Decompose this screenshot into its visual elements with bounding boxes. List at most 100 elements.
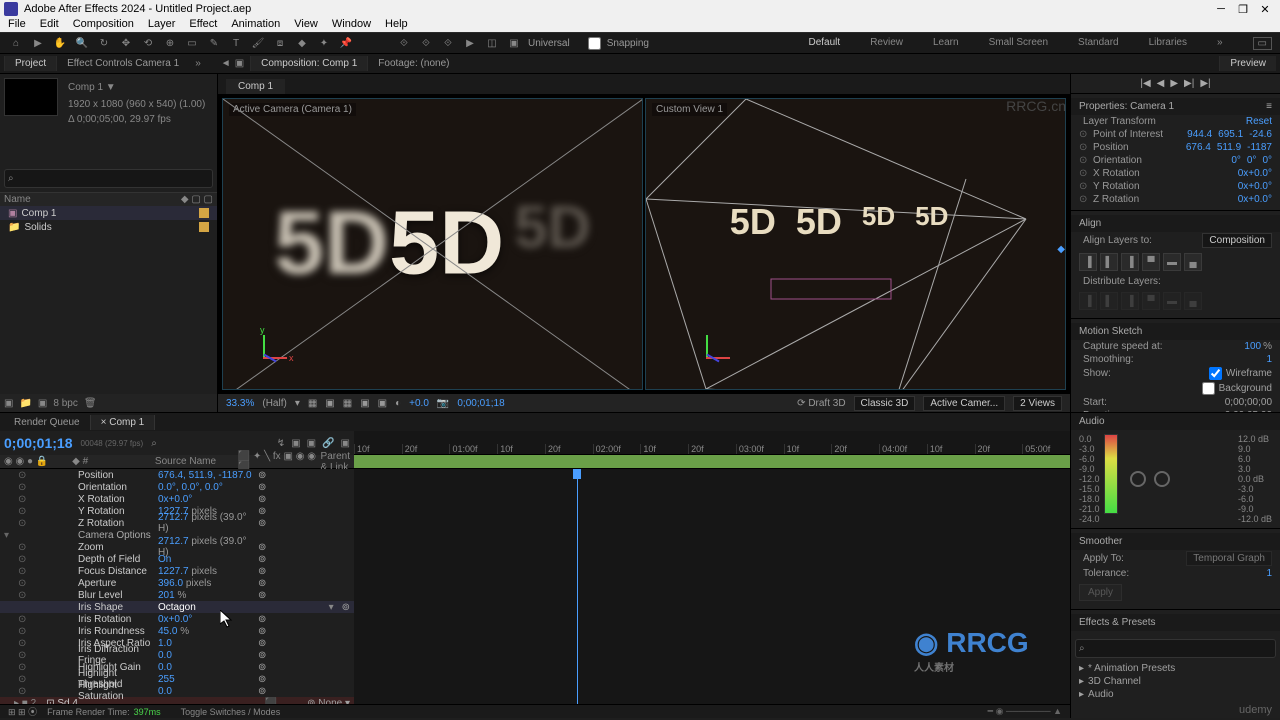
preset-group[interactable]: ▸ Audio	[1071, 688, 1280, 701]
tl-tool-icon[interactable]: ▣	[341, 438, 350, 449]
region-icon[interactable]: ▣	[360, 398, 369, 409]
tl-tool-icon[interactable]: ▣	[291, 438, 300, 449]
align-center-v-icon[interactable]: ▬	[1163, 253, 1181, 271]
crumb-icon[interactable]: ▣	[235, 58, 244, 69]
tl-tool-icon[interactable]: 🔗	[322, 438, 334, 449]
tab-project[interactable]: Project	[4, 56, 56, 71]
universal-label[interactable]: Universal	[528, 38, 570, 49]
hand-tool-icon[interactable]: ✋	[52, 35, 68, 51]
workspace-libraries[interactable]: Libraries	[1149, 37, 1187, 50]
list-header-name[interactable]: Name	[4, 194, 31, 205]
playhead[interactable]	[577, 469, 578, 704]
stopwatch-icon[interactable]: ⊙	[18, 518, 26, 529]
menu-edit[interactable]: Edit	[40, 18, 59, 32]
close-button[interactable]: ✕	[1254, 3, 1276, 16]
stopwatch-icon[interactable]: ⊙	[18, 614, 26, 625]
renderer-dropdown[interactable]: Classic 3D	[854, 396, 916, 411]
play-icon[interactable]: ▶	[1170, 78, 1178, 89]
menu-composition[interactable]: Composition	[73, 18, 134, 32]
pan-tool-icon[interactable]: ✥	[118, 35, 134, 51]
stopwatch-icon[interactable]: ⊙	[1079, 142, 1089, 153]
align-target-dropdown[interactable]: Composition	[1202, 233, 1272, 248]
stopwatch-icon[interactable]: ⊙	[18, 542, 26, 553]
rectangle-tool-icon[interactable]: ▭	[184, 35, 200, 51]
rotate-tool-icon[interactable]: ⟲	[140, 35, 156, 51]
stopwatch-icon[interactable]: ⊙	[18, 662, 26, 673]
audio-knob-right[interactable]	[1154, 471, 1170, 487]
workspace-smallscreen[interactable]: Small Screen	[989, 37, 1048, 50]
menu-view[interactable]: View	[294, 18, 318, 32]
stopwatch-icon[interactable]: ⊙	[1079, 168, 1089, 179]
stopwatch-icon[interactable]: ⊙	[18, 494, 26, 505]
reset-button[interactable]: Reset	[1246, 116, 1272, 127]
workspace-learn[interactable]: Learn	[933, 37, 959, 50]
stopwatch-icon[interactable]: ⊙	[1079, 129, 1089, 140]
tab-composition[interactable]: Composition: Comp 1	[250, 56, 367, 71]
viewport-custom[interactable]: Custom View 1 5D 5D 5D 5D	[645, 98, 1066, 390]
minimize-button[interactable]: ─	[1210, 3, 1232, 15]
workspace-standard[interactable]: Standard	[1078, 37, 1119, 50]
apply-button[interactable]: Apply	[1079, 584, 1122, 601]
res-dropdown[interactable]: (Half)	[262, 398, 286, 409]
tl-status-icon[interactable]: ⊞ ⊞ ⦿	[8, 705, 37, 718]
first-frame-icon[interactable]: |◀	[1140, 78, 1150, 89]
time-ruler[interactable]: 10f 20f 01:00f 10f 20f 02:00f 10f 20f 03…	[354, 431, 1070, 455]
tl-tool-icon[interactable]: ▣	[307, 438, 316, 449]
brush-tool-icon[interactable]: 🖌	[250, 35, 266, 51]
align-right-icon[interactable]: ▐	[1121, 253, 1139, 271]
maximize-button[interactable]: ❐	[1232, 3, 1254, 16]
tl-search-icon[interactable]: ⌕	[151, 438, 157, 449]
new-comp-icon[interactable]: ▣	[38, 398, 47, 409]
stopwatch-icon[interactable]: ⊙	[1079, 155, 1089, 166]
zoom-level[interactable]: 33.3%	[226, 398, 254, 409]
comp-name[interactable]: Comp 1 ▼	[64, 78, 209, 97]
stopwatch-icon[interactable]: ⊙	[18, 554, 26, 565]
tab-footage[interactable]: Footage: (none)	[367, 56, 459, 71]
stopwatch-icon[interactable]: ⊙	[18, 686, 26, 697]
pen-tool-icon[interactable]: ✎	[206, 35, 222, 51]
align-top-icon[interactable]: ▀	[1142, 253, 1160, 271]
draft3d-toggle[interactable]: ⟳ Draft 3D	[797, 398, 845, 409]
next-frame-icon[interactable]: ▶|	[1184, 78, 1194, 89]
axis-view-icon[interactable]: ⟐	[440, 35, 456, 51]
thumbnail[interactable]	[4, 78, 58, 116]
menu-animation[interactable]: Animation	[231, 18, 280, 32]
selection-tool-icon[interactable]: ▶	[30, 35, 46, 51]
menu-layer[interactable]: Layer	[148, 18, 176, 32]
snap-point-icon[interactable]: ▣	[506, 35, 522, 51]
exposure-icon[interactable]: ◐	[395, 398, 401, 409]
stopwatch-icon[interactable]: ⊙	[18, 674, 26, 685]
stopwatch-icon[interactable]: ⊙	[1079, 194, 1089, 205]
tab-comp-timeline[interactable]: × Comp 1	[90, 415, 156, 430]
anchor-tool-icon[interactable]: ⊕	[162, 35, 178, 51]
group-camera-options[interactable]: Camera Options	[78, 530, 158, 541]
stopwatch-icon[interactable]: ⊙	[18, 506, 26, 517]
zoom-tool-icon[interactable]: 🔍	[74, 35, 90, 51]
tl-tool-icon[interactable]: ↯	[277, 438, 285, 449]
stopwatch-icon[interactable]: ⊙	[1079, 181, 1089, 192]
interpret-icon[interactable]: ▣	[4, 398, 13, 409]
background-checkbox[interactable]	[1202, 382, 1215, 395]
axis-world-icon[interactable]: ⟐	[418, 35, 434, 51]
expand-icon[interactable]: »	[189, 58, 207, 69]
transparency-icon[interactable]: ▦	[343, 398, 352, 409]
grid-icon[interactable]: ▦	[308, 398, 317, 409]
channel-icon[interactable]: ▣	[378, 398, 387, 409]
audio-knob-left[interactable]	[1130, 471, 1146, 487]
align-bottom-icon[interactable]: ▄	[1184, 253, 1202, 271]
snapping-checkbox[interactable]	[588, 37, 601, 50]
preset-group[interactable]: ▸ 3D Channel	[1071, 675, 1280, 688]
overflow-icon[interactable]: »	[1217, 37, 1223, 50]
stopwatch-icon[interactable]: ⊙	[18, 470, 26, 481]
timeline-track-area[interactable]: ◉ RRCG 人人素材	[354, 469, 1070, 704]
project-item-comp[interactable]: ▣ Comp 1	[0, 206, 217, 220]
tab-effect-controls[interactable]: Effect Controls Camera 1	[56, 56, 189, 71]
effects-search[interactable]: ⌕	[1075, 639, 1276, 658]
clone-tool-icon[interactable]: ⧈	[272, 35, 288, 51]
timeline-timecode[interactable]: 0;00;01;18	[4, 435, 73, 451]
tab-preview[interactable]: Preview	[1219, 56, 1276, 71]
stopwatch-icon[interactable]: ⊙	[18, 590, 26, 601]
camera-dropdown[interactable]: Active Camer...	[923, 396, 1005, 411]
stopwatch-icon[interactable]: ⊙	[18, 638, 26, 649]
back-icon[interactable]: ◄	[221, 58, 231, 69]
